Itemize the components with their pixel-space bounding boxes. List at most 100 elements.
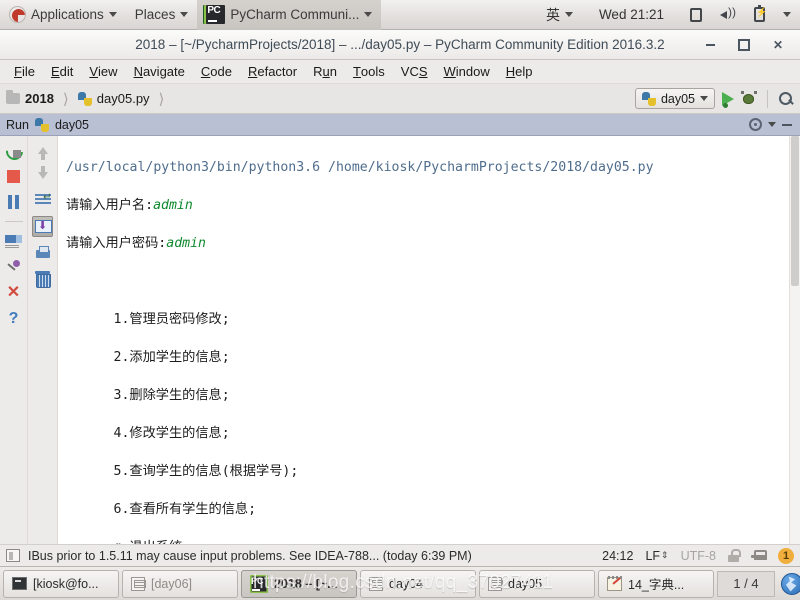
menu-help[interactable]: Help: [498, 60, 541, 84]
toolbar-actions: day05: [634, 88, 794, 109]
menu-navigate[interactable]: Navigate: [126, 60, 193, 84]
close-icon: ✕: [6, 284, 21, 301]
close-tab-button[interactable]: ✕: [5, 284, 23, 302]
pause-button[interactable]: [5, 193, 23, 211]
rerun-button[interactable]: [5, 141, 23, 159]
workspace-indicator[interactable]: 1 / 4: [717, 570, 775, 597]
pin-icon: [6, 259, 22, 275]
system-menu[interactable]: [774, 0, 800, 30]
maximize-button[interactable]: [736, 37, 752, 53]
taskbar-item-label: 2018 – [~...: [274, 576, 338, 591]
line-separator-label: LF: [645, 548, 661, 563]
chevron-down-icon: [564, 12, 573, 17]
stop-button[interactable]: [5, 167, 23, 185]
run-tab-day05[interactable]: day05: [55, 118, 89, 132]
menu-window[interactable]: Window: [436, 60, 498, 84]
python-config-icon: [641, 91, 656, 106]
display-settings[interactable]: [681, 0, 711, 30]
taskbar-item-day06[interactable]: [day06]: [122, 569, 238, 598]
taskbar-item-label: day05: [508, 576, 543, 591]
menu-file[interactable]: File: [6, 60, 43, 84]
console-vertical-scrollbar[interactable]: [789, 136, 800, 544]
clock-label: Wed 21:21: [598, 7, 664, 22]
terminal-icon: [12, 577, 27, 590]
pycharm-icon: PC: [206, 5, 226, 24]
help-button[interactable]: ?: [5, 310, 23, 328]
applications-menu[interactable]: Applications: [0, 0, 126, 30]
console-output-area[interactable]: /usr/local/python3/bin/python3.6 /home/k…: [58, 136, 800, 544]
breadcrumb-separator-icon: ⟩: [158, 90, 165, 108]
globe-icon[interactable]: [781, 572, 800, 595]
prev-occurrence-button[interactable]: [34, 141, 52, 160]
menu-view[interactable]: View: [81, 60, 125, 84]
taskbar-item-day05[interactable]: day05: [479, 569, 595, 598]
notification-badge[interactable]: 1: [778, 547, 794, 564]
applications-menu-label: Applications: [31, 7, 104, 22]
taskbar-item-day04[interactable]: day04: [360, 569, 476, 598]
menu-code[interactable]: Code: [193, 60, 240, 84]
prompt-label: 请输入用户密码:: [66, 236, 167, 251]
chevron-down-icon: [700, 96, 708, 101]
next-occurrence-button[interactable]: [34, 165, 52, 184]
taskbar-item-terminal[interactable]: [kiosk@fo...: [3, 569, 119, 598]
hector-icon[interactable]: [751, 549, 767, 563]
prompt-label: 请输入用户名:: [66, 198, 154, 213]
menu-tools[interactable]: Tools: [345, 60, 393, 84]
close-button[interactable]: [770, 37, 786, 53]
scroll-to-end-button[interactable]: [32, 216, 53, 237]
layout-icon: [5, 234, 22, 248]
layout-button[interactable]: [5, 232, 23, 250]
lock-icon[interactable]: [728, 549, 741, 562]
caret-position[interactable]: 24:12: [602, 549, 633, 563]
breadcrumb-item-file[interactable]: day05.py: [97, 91, 150, 106]
ubuntu-logo-icon: [9, 6, 26, 23]
settings-gear-icon[interactable]: [749, 118, 762, 131]
taskbar-item-label: 14_字典...: [628, 578, 685, 592]
desktop-taskbar: [kiosk@fo... [day06] PC 2018 – [~... day…: [0, 566, 800, 600]
clock[interactable]: Wed 21:21: [582, 0, 681, 30]
gnome-top-panel: Applications Places PC PyCharm Communi..…: [0, 0, 800, 30]
volume-settings[interactable]: [711, 0, 745, 30]
rerun-icon: [6, 143, 21, 158]
minimize-button[interactable]: [702, 37, 718, 53]
chevron-down-icon[interactable]: [768, 122, 776, 127]
titlebar: 2018 – [~/PycharmProjects/2018] – .../da…: [0, 30, 800, 60]
event-log-icon[interactable]: [6, 549, 20, 562]
navigation-toolbar: 2018 ⟩ day05.py ⟩ day05: [0, 84, 800, 114]
taskbar-item-text-editor[interactable]: 14_字典...: [598, 569, 714, 598]
menu-vcs[interactable]: VC S: [393, 60, 436, 84]
status-message[interactable]: IBus prior to 1.5.11 may cause input pro…: [28, 549, 472, 563]
text-editor-icon: [607, 575, 623, 591]
breadcrumb-item-project[interactable]: 2018: [25, 91, 54, 106]
battery-status[interactable]: [745, 0, 774, 30]
arrow-down-icon: [37, 165, 48, 179]
line-separator[interactable]: LF ⇕: [645, 549, 668, 563]
console-text: /usr/local/python3/bin/python3.6 /home/k…: [58, 136, 789, 544]
menu-run[interactable]: Run: [305, 60, 345, 84]
user-input: admin: [166, 236, 206, 251]
active-app-menu[interactable]: PC PyCharm Communi...: [197, 0, 382, 30]
scrollbar-thumb[interactable]: [791, 136, 799, 286]
search-everywhere-icon[interactable]: [778, 91, 794, 107]
clear-all-button[interactable]: [34, 269, 52, 288]
file-manager-icon: [369, 576, 384, 591]
places-menu[interactable]: Places: [126, 0, 198, 30]
menu-refactor[interactable]: Refactor: [240, 60, 305, 84]
breadcrumb-separator-icon: ⟩: [62, 90, 69, 108]
debug-button[interactable]: [741, 91, 757, 106]
input-method-indicator[interactable]: 英: [537, 0, 582, 30]
user-input: admin: [153, 198, 193, 213]
taskbar-item-pycharm[interactable]: PC 2018 – [~...: [241, 569, 357, 598]
pin-tab-button[interactable]: [5, 258, 23, 276]
menu-edit[interactable]: Edit: [43, 60, 81, 84]
hide-window-icon[interactable]: [782, 123, 792, 126]
print-button[interactable]: [34, 244, 52, 262]
taskbar-item-label: [day06]: [151, 576, 193, 591]
run-button[interactable]: [722, 91, 734, 108]
soft-wrap-button[interactable]: [34, 191, 52, 209]
pause-icon: [7, 195, 20, 209]
run-configuration-selector[interactable]: day05: [634, 88, 715, 109]
file-encoding[interactable]: UTF-8: [681, 549, 716, 563]
panel-tray: 英 Wed 21:21: [537, 0, 800, 30]
